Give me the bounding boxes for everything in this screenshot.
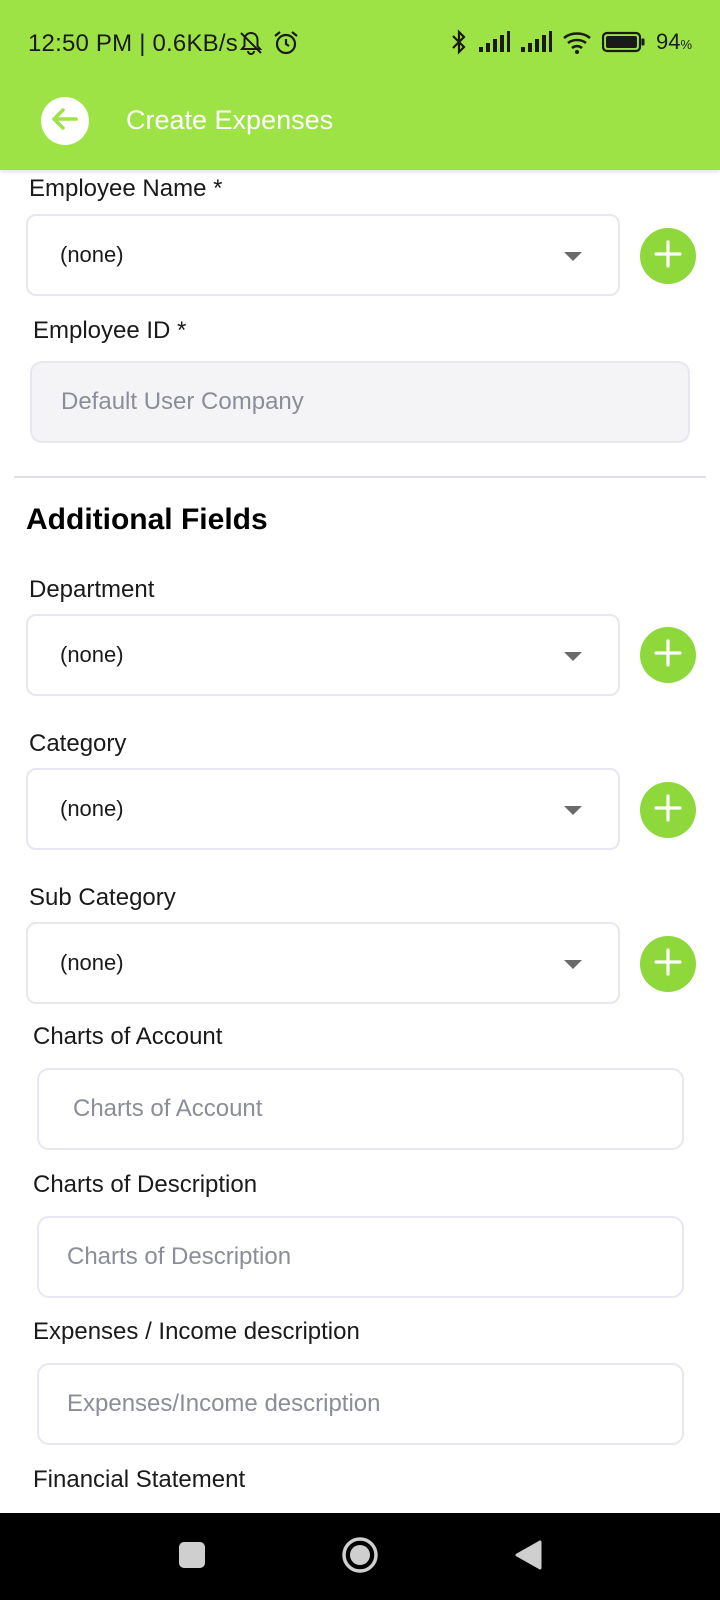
status-icons: 94% xyxy=(450,28,692,56)
sub-category-label: Sub Category xyxy=(29,884,176,911)
financial-statement-label: Financial Statement xyxy=(33,1466,246,1493)
charts-of-account-field[interactable] xyxy=(37,1068,684,1150)
add-employee-button[interactable] xyxy=(640,228,696,284)
back-arrow-icon xyxy=(48,102,82,141)
employee-name-select[interactable]: (none) xyxy=(26,214,620,296)
sub-category-select[interactable]: (none) xyxy=(26,922,620,1004)
wifi-icon xyxy=(562,30,592,54)
dropdown-caret-icon xyxy=(564,652,582,661)
battery-icon xyxy=(601,31,646,53)
section-divider xyxy=(14,476,706,478)
page-title: Create Expenses xyxy=(126,105,334,135)
sub-category-value: (none) xyxy=(60,950,124,975)
signal-icon xyxy=(520,31,552,53)
dropdown-caret-icon xyxy=(564,960,582,969)
plus-icon xyxy=(653,947,683,982)
alarm-icon xyxy=(272,29,300,62)
add-sub-category-button[interactable] xyxy=(640,936,696,992)
status-time: 12:50 PM | 0.6KB/s xyxy=(28,30,238,57)
back-triangle-icon xyxy=(513,1539,543,1576)
bell-off-icon xyxy=(238,30,264,61)
category-label: Category xyxy=(29,730,127,757)
add-category-button[interactable] xyxy=(640,782,696,838)
recents-square-icon xyxy=(178,1541,206,1574)
department-label: Department xyxy=(29,576,155,603)
charts-of-account-label: Charts of Account xyxy=(33,1023,223,1050)
add-department-button[interactable] xyxy=(640,627,696,683)
plus-icon xyxy=(653,793,683,828)
employee-name-label: Employee Name * xyxy=(29,175,223,202)
back-button[interactable] xyxy=(41,97,89,145)
employee-name-value: (none) xyxy=(60,242,124,267)
system-nav-bar xyxy=(0,1513,720,1600)
charts-of-description-field[interactable] xyxy=(37,1216,684,1298)
category-select[interactable]: (none) xyxy=(26,768,620,850)
recents-button[interactable] xyxy=(170,1535,214,1579)
category-value: (none) xyxy=(60,796,124,821)
bluetooth-icon xyxy=(450,28,468,56)
department-value: (none) xyxy=(60,642,124,667)
employee-id-label: Employee ID * xyxy=(33,317,187,344)
expenses-income-description-label: Expenses / Income description xyxy=(33,1318,360,1345)
home-circle-icon xyxy=(340,1535,380,1580)
top-header: 12:50 PM | 0.6KB/s 94% Create Expenses xyxy=(0,0,720,170)
plus-icon xyxy=(653,239,683,274)
employee-id-field[interactable] xyxy=(30,361,690,443)
plus-icon xyxy=(653,638,683,673)
system-back-button[interactable] xyxy=(506,1535,550,1579)
section-title: Additional Fields xyxy=(26,503,268,536)
status-bar: 12:50 PM | 0.6KB/s 94% xyxy=(0,0,720,90)
signal-icon xyxy=(478,31,510,53)
home-button[interactable] xyxy=(338,1535,382,1579)
app-bar: Create Expenses xyxy=(0,90,720,170)
department-select[interactable]: (none) xyxy=(26,614,620,696)
expenses-income-description-field[interactable] xyxy=(37,1363,684,1445)
dropdown-caret-icon xyxy=(564,806,582,815)
battery-percentage: 94% xyxy=(655,29,692,54)
dropdown-caret-icon xyxy=(564,252,582,261)
charts-of-description-label: Charts of Description xyxy=(33,1171,258,1198)
